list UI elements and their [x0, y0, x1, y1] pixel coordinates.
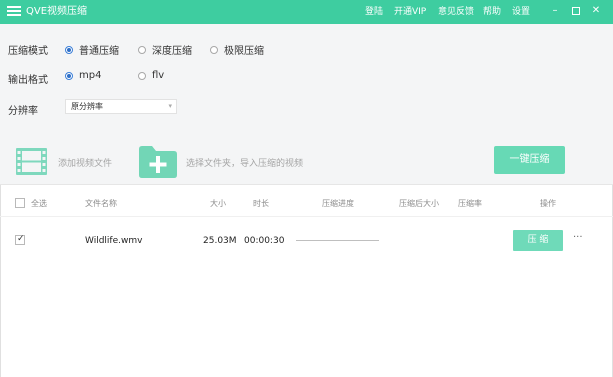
compress-mode-label: 压缩模式: [8, 46, 48, 57]
radio-unselected-icon: [138, 45, 146, 54]
header-compressed-size: 压缩后大小: [399, 199, 439, 208]
header-action: 操作: [540, 199, 556, 208]
help-link[interactable]: 帮助: [483, 6, 501, 18]
settings-link[interactable]: 设置: [512, 6, 530, 18]
one-click-compress-button[interactable]: 一键压缩: [494, 146, 565, 174]
app-title: QVE视频压缩: [26, 6, 88, 17]
app-logo-icon: [7, 6, 21, 17]
login-link[interactable]: 登陆: [365, 6, 383, 18]
radio-selected-icon: [65, 71, 73, 80]
feedback-link[interactable]: 意见反馈: [438, 6, 474, 18]
maximize-icon[interactable]: [568, 3, 584, 19]
mode-normal-radio[interactable]: 普通压缩: [65, 42, 119, 57]
header-file-name: 文件名称: [85, 199, 117, 208]
progress-bar: [296, 240, 379, 241]
divider: [0, 216, 613, 217]
resolution-select[interactable]: 原分辨率 ▾: [65, 99, 177, 114]
divider: [0, 184, 613, 185]
close-icon[interactable]: ✕: [588, 3, 604, 19]
chevron-down-icon: ▾: [168, 102, 172, 110]
select-all-label: 全选: [31, 199, 47, 208]
header-duration: 时长: [253, 199, 269, 208]
header-ratio: 压缩率: [458, 199, 482, 208]
radio-unselected-icon: [138, 71, 146, 80]
header-progress: 压缩进度: [322, 199, 354, 208]
resolution-label: 分辨率: [8, 106, 38, 117]
format-mp4-radio[interactable]: mp4: [65, 70, 101, 81]
radio-selected-icon: [65, 45, 73, 54]
file-duration: 00:00:30: [244, 236, 285, 246]
film-icon[interactable]: [16, 148, 47, 175]
select-all-checkbox[interactable]: [15, 198, 25, 208]
resolution-value: 原分辨率: [71, 102, 103, 111]
compress-button[interactable]: 压 缩: [513, 230, 563, 251]
file-size: 25.03M: [203, 236, 237, 246]
add-video-link[interactable]: 添加视频文件: [58, 156, 112, 169]
format-flv-radio[interactable]: flv: [138, 70, 164, 81]
vip-link[interactable]: 开通VIP: [394, 6, 426, 18]
file-name: Wildlife.wmv: [85, 236, 143, 246]
header-size: 大小: [210, 199, 226, 208]
mode-deep-radio[interactable]: 深度压缩: [138, 42, 192, 57]
checkmark-icon: ✓: [17, 234, 25, 244]
output-format-label: 输出格式: [8, 75, 48, 86]
title-bar: QVE视频压缩 登陆 开通VIP 意见反馈 帮助 设置 – ✕: [0, 0, 613, 24]
add-folder-link[interactable]: 选择文件夹，导入压缩的视频: [186, 156, 303, 169]
more-options-icon[interactable]: ···: [573, 232, 583, 243]
mode-extreme-radio[interactable]: 极限压缩: [210, 42, 264, 57]
radio-unselected-icon: [210, 45, 218, 54]
minimize-icon[interactable]: –: [547, 3, 563, 19]
add-folder-icon[interactable]: [139, 146, 177, 178]
row-checkbox[interactable]: ✓: [15, 234, 25, 245]
